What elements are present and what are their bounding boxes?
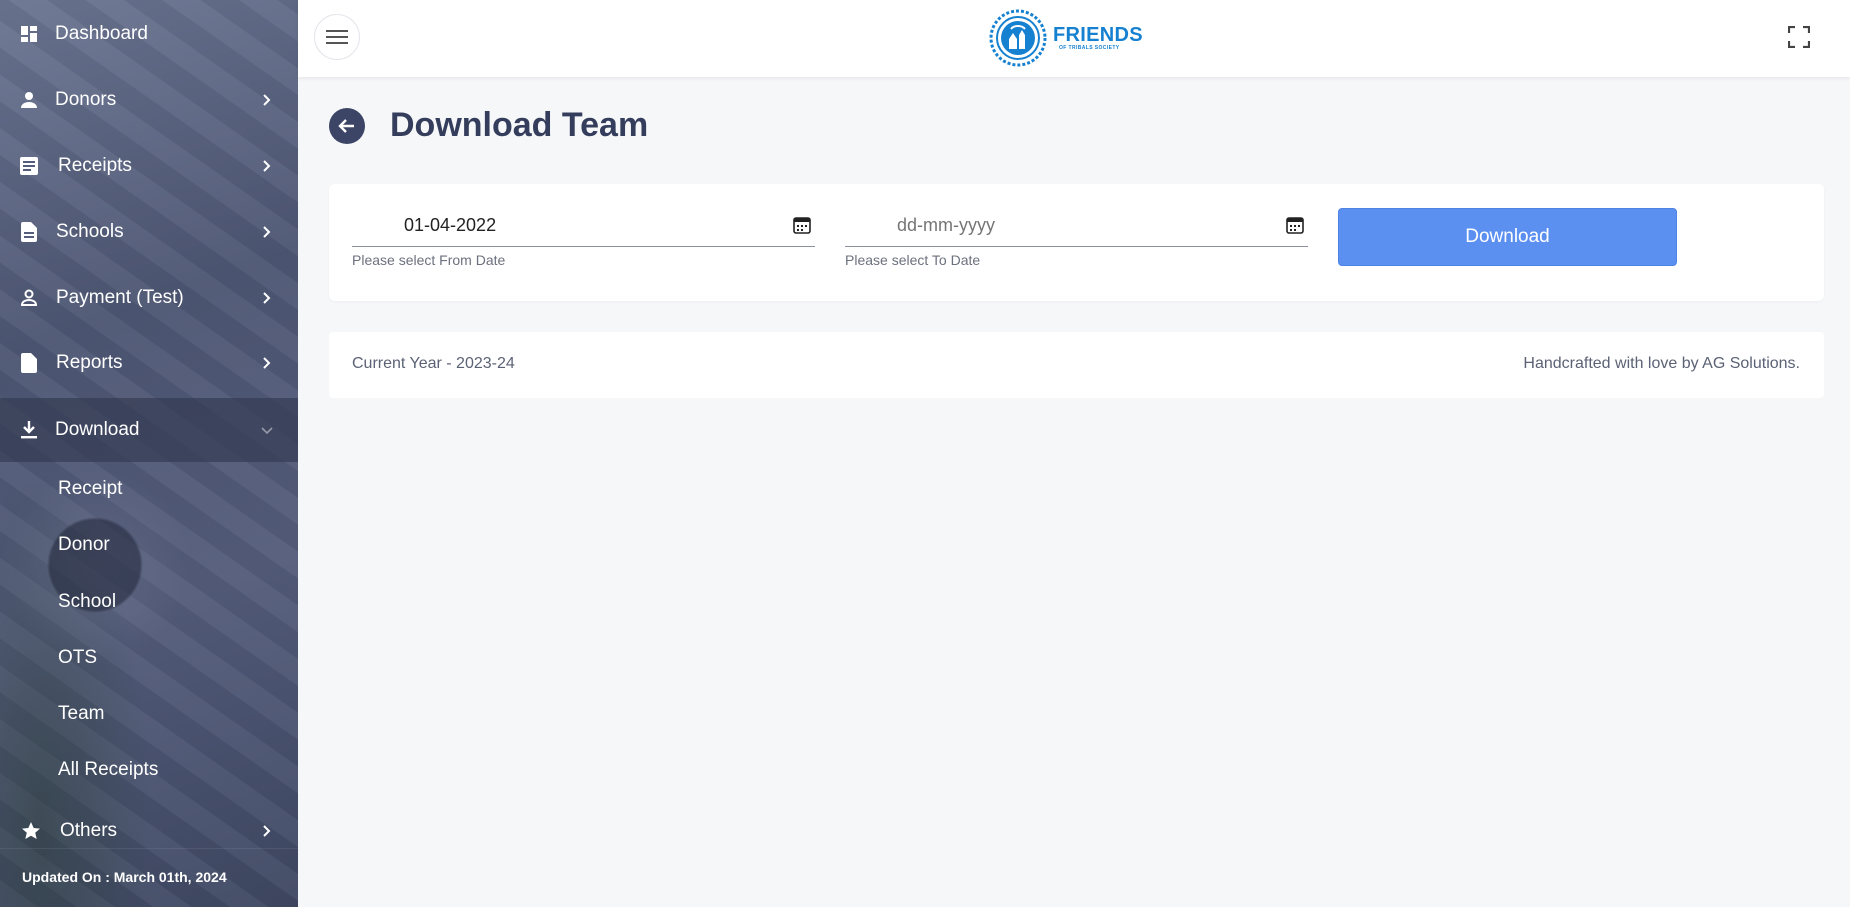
sidebar-item-reports[interactable]: Reports (0, 333, 298, 393)
calendar-icon[interactable] (793, 216, 813, 236)
logo-subtitle: OF TRIBALS SOCIETY (1059, 45, 1120, 51)
menu-toggle-button[interactable] (314, 14, 360, 60)
document-icon (19, 222, 39, 242)
chevron-down-icon (258, 421, 276, 439)
page-title: Download Team (390, 106, 649, 144)
sidebar-item-download[interactable]: Download (0, 398, 298, 462)
back-button[interactable] (329, 108, 365, 144)
hamburger-icon (326, 30, 348, 44)
to-date-field (845, 206, 1308, 247)
download-button[interactable]: Download (1338, 208, 1677, 266)
society-seal-icon (989, 9, 1047, 67)
sidebar-item-label: Schools (56, 221, 124, 242)
sidebar-item-donors[interactable]: Donors (0, 70, 298, 130)
chevron-right-icon (258, 157, 276, 175)
divider (0, 848, 298, 849)
sidebar-item-label: Download (55, 419, 140, 440)
list-icon (19, 156, 39, 176)
submenu-item-donor[interactable]: Donor (58, 534, 110, 556)
chevron-right-icon (258, 289, 276, 307)
submenu-item-receipt[interactable]: Receipt (58, 478, 122, 500)
submenu-item-team[interactable]: Team (58, 703, 104, 725)
sidebar-item-label: Dashboard (55, 23, 148, 44)
submenu-item-school[interactable]: School (58, 591, 116, 613)
from-date-input[interactable] (352, 206, 772, 244)
to-date-hint: Please select To Date (845, 252, 981, 268)
from-date-hint: Please select From Date (352, 252, 506, 268)
updated-on-text: Updated On : March 01th, 2024 (22, 869, 227, 885)
sidebar-item-label: Reports (56, 352, 123, 373)
calendar-icon[interactable] (1286, 216, 1306, 236)
dashboard-icon (19, 24, 39, 44)
sidebar-item-schools[interactable]: Schools (0, 202, 298, 262)
fullscreen-icon (1788, 26, 1810, 48)
sidebar-item-others[interactable]: Others (0, 801, 298, 861)
logo-title: FRIENDS (1053, 24, 1143, 46)
footer: Current Year - 2023-24 Handcrafted with … (329, 332, 1824, 398)
sidebar-item-label: Others (60, 820, 118, 841)
credits-text: Handcrafted with love by AG Solutions. (1523, 355, 1800, 372)
sidebar-item-label: Payment (Test) (56, 287, 184, 308)
star-icon (21, 821, 41, 841)
sidebar-item-dashboard[interactable]: Dashboard (0, 4, 298, 64)
chevron-right-icon (258, 822, 276, 840)
chevron-right-icon (258, 91, 276, 109)
submenu-item-all-receipts[interactable]: All Receipts (58, 759, 158, 781)
fullscreen-button[interactable] (1786, 24, 1812, 50)
download-form-card: Please select From Date Please select To… (329, 184, 1824, 301)
sidebar-item-label: Receipts (58, 155, 132, 176)
current-year-text: Current Year - 2023-24 (352, 355, 515, 372)
document-icon (19, 353, 39, 373)
download-icon (19, 420, 39, 440)
submenu-item-ots[interactable]: OTS (58, 647, 97, 669)
to-date-input[interactable] (845, 206, 1265, 244)
sidebar-item-receipts[interactable]: Receipts (0, 136, 298, 196)
chevron-right-icon (258, 223, 276, 241)
person-outline-icon (19, 288, 39, 308)
from-date-field (352, 206, 815, 247)
arrow-left-icon (338, 119, 354, 133)
person-icon (19, 90, 39, 110)
sidebar: Dashboard Donors Receipts Schools Paymen… (0, 0, 298, 907)
top-header: FRIENDS OF TRIBALS SOCIETY (298, 0, 1850, 77)
logo: FRIENDS OF TRIBALS SOCIETY (989, 9, 1159, 67)
sidebar-item-payment[interactable]: Payment (Test) (0, 268, 298, 328)
sidebar-item-label: Donors (55, 89, 117, 110)
chevron-right-icon (258, 354, 276, 372)
